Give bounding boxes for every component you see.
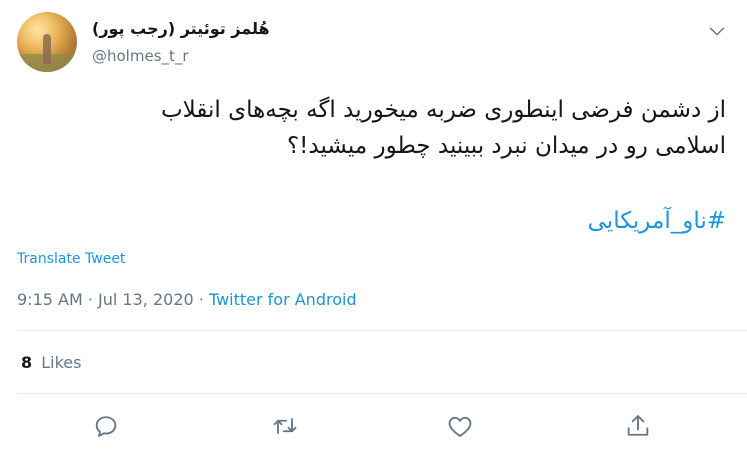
likes-label: Likes [41, 353, 82, 372]
meta-separator: · [193, 290, 209, 309]
tweet-text-line-1: از دشمن فرضی اینطوری ضربه میخورید اگه بچ… [161, 97, 726, 123]
divider [17, 330, 747, 331]
reply-icon [95, 416, 117, 437]
share-button[interactable] [624, 412, 652, 440]
retweet-button[interactable] [271, 412, 299, 440]
tweet-text-line-2: اسلامی رو در میدان نبرد ببینید چطور میشی… [286, 133, 726, 159]
retweet-icon [273, 418, 297, 434]
chevron-down-icon[interactable] [706, 20, 728, 42]
hashtag-link[interactable]: #ناو_آمریکایی [588, 208, 726, 234]
tweet-text: از دشمن فرضی اینطوری ضربه میخورید اگه بچ… [16, 92, 726, 164]
translate-tweet-link[interactable]: Translate Tweet [17, 251, 125, 267]
tweet-date[interactable]: Jul 13, 2020 [98, 290, 194, 309]
author-handle[interactable]: @holmes_t_r [92, 47, 189, 65]
like-button[interactable] [446, 412, 474, 440]
tweet-time[interactable]: 9:15 AM [17, 290, 83, 309]
heart-icon [448, 416, 472, 437]
avatar-figure [43, 34, 51, 64]
meta-separator: · [82, 290, 99, 309]
tweet-metadata: 9:15 AM · Jul 13, 2020 · Twitter for And… [17, 290, 357, 309]
author-name[interactable]: هُلمز توئیتر (رجب پور) [92, 19, 270, 38]
reply-button[interactable] [92, 412, 120, 440]
tweet-source-link[interactable]: Twitter for Android [209, 290, 357, 309]
likes-stat[interactable]: 8 Likes [21, 353, 81, 372]
share-icon [627, 415, 649, 436]
divider [17, 393, 747, 394]
avatar[interactable] [17, 12, 77, 72]
likes-count: 8 [21, 353, 33, 372]
